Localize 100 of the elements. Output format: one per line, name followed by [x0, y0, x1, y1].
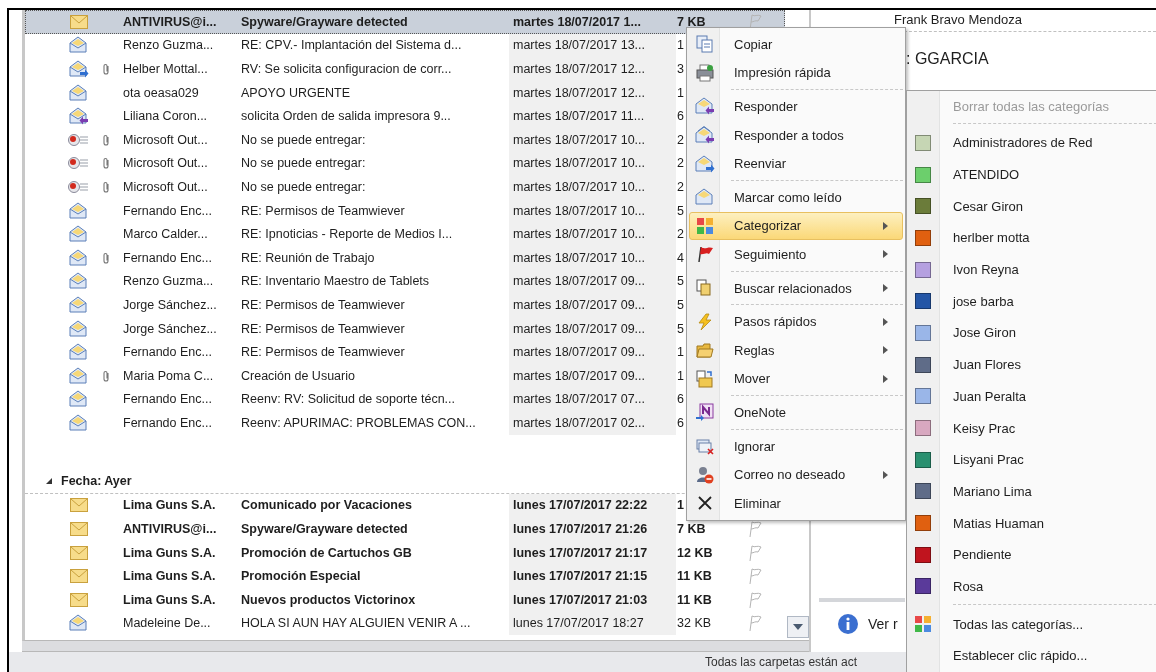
menu-item[interactable]: Correo no deseado	[689, 460, 903, 489]
menu-item[interactable]: Pendiente	[907, 538, 1156, 571]
sender-name: Lima Guns S.A.	[123, 592, 216, 607]
menu-item[interactable]: Seguimiento	[689, 240, 903, 269]
subject-text: RE: Permisos de Teamwiever	[241, 321, 405, 336]
menu-item[interactable]: ATENDIDO	[907, 158, 1156, 191]
open-envelope-icon	[69, 83, 89, 102]
closed-envelope-icon	[70, 545, 88, 560]
received-date: martes 18/07/2017 10...	[513, 132, 646, 147]
open-envelope-icon	[69, 272, 89, 291]
subject-text: HOLA SI AUN HAY ALGUIEN VENIR A ...	[241, 616, 471, 631]
menu-item[interactable]: Ignorar	[689, 431, 903, 461]
message-size: 5	[677, 321, 684, 336]
menu-item[interactable]: Reglas	[689, 335, 903, 365]
open-envelope-icon	[695, 188, 715, 207]
menu-item[interactable]: Pasos rápidos	[689, 307, 903, 336]
horizontal-scrollbar[interactable]	[22, 641, 809, 652]
sender-name: Liliana Coron...	[123, 109, 208, 124]
scroll-down-button[interactable]	[787, 616, 809, 638]
closed-envelope-icon	[70, 498, 88, 513]
menu-item[interactable]: Mover	[689, 364, 903, 394]
paperclip-icon	[102, 63, 110, 75]
message-size: 4	[677, 250, 684, 265]
menu-item[interactable]: Establecer clic rápido...	[907, 640, 1156, 672]
paperclip-icon	[102, 133, 110, 146]
flag-icon[interactable]	[748, 590, 762, 609]
submenu-arrow-icon	[883, 284, 888, 293]
subject-text: RE: Ipnoticias - Reporte de Medios I...	[241, 227, 453, 242]
flag-icon[interactable]	[748, 520, 762, 539]
reply-all-icon	[695, 126, 715, 145]
sender-name: Jorge Sánchez...	[123, 297, 217, 312]
received-date: martes 18/07/2017 10...	[513, 179, 646, 194]
menu-item[interactable]: OneNote	[689, 398, 903, 427]
sender-name: ANTIVIRUS@i...	[123, 522, 217, 537]
subject-text: RE: CPV.- Implantación del Sistema d...	[241, 38, 462, 53]
menu-item[interactable]: Impresión rápida	[689, 58, 903, 88]
info-icon	[837, 613, 859, 635]
menu-item[interactable]: Ivon Reyna	[907, 253, 1156, 286]
flag-icon[interactable]	[748, 567, 762, 586]
open-envelope-icon	[69, 201, 89, 220]
menu-item[interactable]: Todas las categorías...	[907, 608, 1156, 640]
delete-icon	[697, 495, 713, 512]
menu-item[interactable]: Responder a todos	[689, 120, 903, 150]
documents-icon	[696, 279, 714, 298]
menu-item[interactable]: Buscar relacionados	[689, 273, 903, 303]
sender-name: Fernando Enc...	[123, 345, 212, 360]
subject-text: RE: Permisos de Teamwiever	[241, 345, 405, 360]
menu-item[interactable]: Responder	[689, 92, 903, 121]
subject-text: APOYO URGENTE	[241, 85, 351, 100]
sender-name: Fernando Enc...	[123, 392, 212, 407]
received-date: martes 18/07/2017 12...	[513, 85, 646, 100]
subject-text: Comunicado por Vacaciones	[241, 498, 412, 513]
menu-item[interactable]: Cesar Giron	[907, 190, 1156, 223]
sender-name: Madeleine De...	[123, 616, 211, 631]
open-envelope-icon	[69, 36, 89, 55]
message-size: 7 KB	[677, 14, 706, 29]
blocked-person-icon	[696, 465, 714, 484]
menu-item[interactable]: Mariano Lima	[907, 475, 1156, 508]
received-date: martes 18/07/2017 09...	[513, 368, 646, 383]
menu-item[interactable]: Marcar como leído	[689, 182, 903, 212]
received-date: martes 18/07/2017 10...	[513, 227, 646, 242]
menu-item[interactable]: jose barba	[907, 285, 1156, 318]
sender-name: Lima Guns S.A.	[123, 569, 216, 584]
menu-item[interactable]: Lisyani Prac	[907, 443, 1156, 476]
subject-text: Promoción de Cartuchos GB	[241, 545, 412, 560]
collapse-caret-icon[interactable]	[45, 476, 53, 485]
open-envelope-icon	[69, 319, 89, 338]
menu-item[interactable]: herlber motta	[907, 222, 1156, 254]
menu-item[interactable]: Administradores de Red	[907, 127, 1156, 159]
selected-row-highlight[interactable]: ANTIVIRUS@i... Spyware/Grayware detected martes 18/07/2017 1... 7 KB	[25, 10, 786, 34]
message-size: 1	[677, 345, 684, 360]
subject-text: solicita Orden de salida impresora 9...	[241, 109, 451, 124]
submenu-arrow-icon	[883, 470, 888, 479]
message-size: 1	[677, 85, 684, 100]
message-size: 5	[677, 274, 684, 289]
menu-item[interactable]: Jose Giron	[907, 317, 1156, 349]
reply-icon	[695, 97, 715, 116]
closed-envelope-icon	[70, 569, 88, 584]
flag-icon[interactable]	[748, 543, 762, 562]
menu-item[interactable]: Juan Peralta	[907, 380, 1156, 413]
flag-icon[interactable]	[748, 614, 762, 633]
received-date: martes 18/07/2017 1...	[513, 14, 641, 29]
category-grid-icon	[914, 615, 932, 634]
menu-item[interactable]: Eliminar	[689, 488, 903, 518]
menu-item[interactable]: Keisy Prac	[907, 412, 1156, 444]
received-date: lunes 17/07/2017 21:03	[513, 592, 648, 607]
sender-name: Jorge Sánchez...	[123, 321, 217, 336]
replied-envelope-icon	[69, 107, 89, 126]
menu-item[interactable]: Categorizar	[689, 211, 903, 241]
subject-text: Reenv: RV: Solicitud de soporte técn...	[241, 392, 455, 407]
message-size: 6	[677, 415, 684, 430]
menu-item[interactable]: Juan Flores	[907, 348, 1156, 381]
menu-item[interactable]: Rosa	[907, 570, 1156, 603]
menu-item[interactable]: Reenviar	[689, 149, 903, 178]
info-text: Ver r	[868, 616, 898, 632]
group-header[interactable]: Fecha: Ayer	[61, 473, 132, 488]
submenu-arrow-icon	[883, 221, 888, 230]
message-size: 2	[677, 179, 684, 194]
menu-item[interactable]: Matias Huaman	[907, 507, 1156, 539]
flag-icon	[696, 245, 714, 264]
